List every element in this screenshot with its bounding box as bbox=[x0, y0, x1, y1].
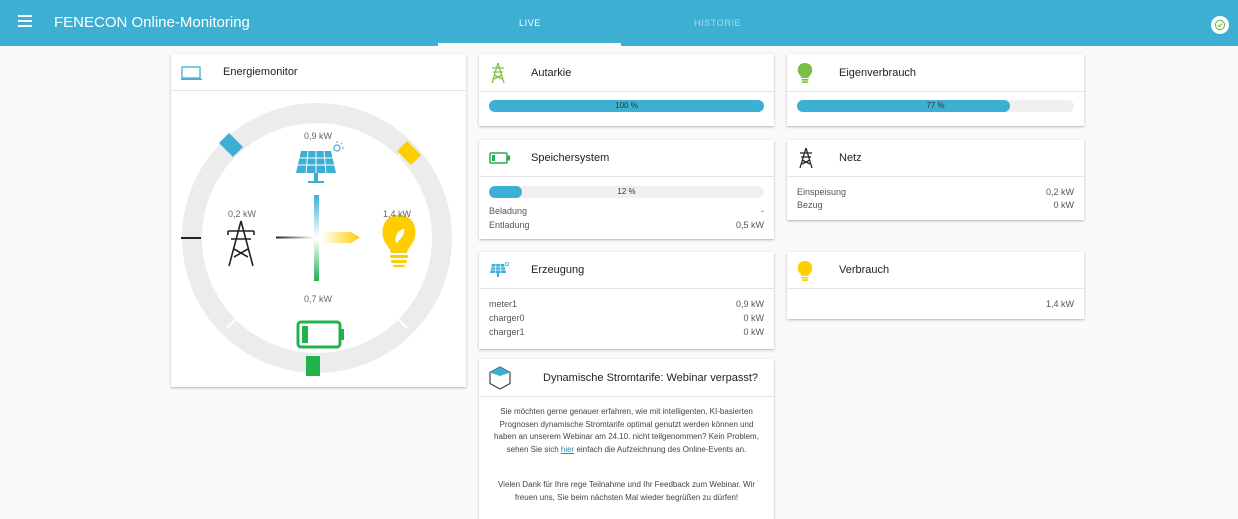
grid-tower-icon bbox=[799, 147, 813, 169]
fenecon-logo-icon bbox=[489, 366, 511, 390]
meter1-label: meter1 bbox=[489, 299, 518, 309]
erzeugung-title: Erzeugung bbox=[531, 264, 585, 276]
monitor-icon bbox=[181, 66, 202, 80]
autarkie-percent-label: 100 % bbox=[615, 101, 638, 110]
autarkie-card: Autarkie 100 % bbox=[479, 54, 774, 126]
webinar-paragraph-1: Sie möchten gerne genauer erfahren, wie … bbox=[493, 406, 760, 456]
check-circle-icon[interactable] bbox=[1211, 16, 1229, 34]
active-tab-indicator bbox=[438, 43, 621, 46]
grid-value: 0,2 kW bbox=[228, 209, 257, 219]
webinar-title: Dynamische Stromtarife: Webinar verpasst… bbox=[543, 372, 758, 384]
grid-tower-icon bbox=[491, 62, 505, 84]
energiemonitor-title: Energiemonitor bbox=[223, 66, 298, 78]
lightbulb-icon bbox=[797, 261, 813, 281]
tab-historie[interactable]: HISTORIE bbox=[694, 18, 741, 28]
speichersystem-title: Speichersystem bbox=[531, 152, 610, 164]
production-flow bbox=[314, 195, 319, 237]
battery-icon bbox=[489, 152, 510, 164]
grid-tower-icon bbox=[227, 220, 255, 267]
bezug-label: Bezug bbox=[797, 200, 823, 210]
beladung-value: - bbox=[761, 206, 764, 216]
entladung-value: 0,5 kW bbox=[735, 220, 764, 230]
einspeisung-value: 0,2 kW bbox=[1045, 187, 1074, 197]
production-value: 0,9 kW bbox=[304, 131, 333, 141]
beladung-label: Beladung bbox=[489, 206, 528, 216]
storage-value: 0,7 kW bbox=[304, 294, 333, 304]
speichersystem-percent-label: 12 % bbox=[617, 187, 636, 196]
battery-icon bbox=[296, 320, 344, 349]
eigenverbrauch-header: Eigenverbrauch bbox=[787, 54, 1084, 92]
verbrauch-header: Verbrauch bbox=[787, 252, 1084, 289]
verbrauch-card: Verbrauch 1,4 kW bbox=[787, 252, 1084, 319]
solar-panel-icon bbox=[490, 261, 509, 277]
webinar-card: Dynamische Stromtarife: Webinar verpasst… bbox=[479, 359, 774, 519]
erzeugung-card: Erzeugung meter1 0,9 kW charger0 0 kW ch… bbox=[479, 252, 774, 349]
netz-title: Netz bbox=[839, 152, 862, 164]
charger0-label: charger0 bbox=[489, 313, 525, 323]
webinar-recording-link[interactable]: hier bbox=[561, 445, 574, 454]
webinar-text-after-link: einfach die Aufzeichnung des Online-Even… bbox=[574, 444, 747, 454]
grid-gauge-segment bbox=[181, 237, 201, 239]
consumption-value: 1,4 kW bbox=[383, 209, 412, 219]
storage-flow bbox=[314, 239, 319, 281]
speichersystem-header: Speichersystem bbox=[479, 140, 774, 177]
speichersystem-card: Speichersystem 12 % Beladung - Entladung… bbox=[479, 140, 774, 239]
meter1-value: 0,9 kW bbox=[735, 299, 764, 309]
grid-flow bbox=[276, 236, 314, 239]
consumption-flow-arrow bbox=[321, 232, 360, 243]
eigenverbrauch-title: Eigenverbrauch bbox=[839, 67, 917, 79]
netz-header: Netz bbox=[787, 140, 1084, 177]
charger0-value: 0 kW bbox=[743, 313, 764, 323]
erzeugung-header: Erzeugung bbox=[479, 252, 774, 289]
top-toolbar: FENECON Online-Monitoring LIVE HISTORIE bbox=[0, 0, 1238, 46]
eigenverbrauch-percent-label: 77 % bbox=[926, 101, 945, 110]
autarkie-header: Autarkie bbox=[479, 54, 774, 92]
autarkie-title: Autarkie bbox=[531, 67, 572, 79]
verbrauch-title: Verbrauch bbox=[839, 264, 890, 276]
bezug-value: 0 kW bbox=[1053, 200, 1074, 210]
charger1-value: 0 kW bbox=[743, 327, 764, 337]
verbrauch-value: 1,4 kW bbox=[1045, 299, 1074, 309]
netz-card: Netz Einspeisung 0,2 kW Bezug 0 kW bbox=[787, 140, 1084, 220]
menu-icon[interactable] bbox=[18, 15, 32, 29]
lightbulb-icon bbox=[797, 63, 813, 83]
speichersystem-progress-bar: 12 % bbox=[489, 186, 764, 198]
lightbulb-icon bbox=[382, 215, 416, 267]
energiemonitor-card: Energiemonitor 0,9 kW 0,2 kW 1,4 kW 0,7 … bbox=[171, 54, 466, 387]
eigenverbrauch-card: Eigenverbrauch 77 % bbox=[787, 54, 1084, 126]
autarkie-progress-bar: 100 % bbox=[489, 100, 764, 112]
tab-live[interactable]: LIVE bbox=[519, 18, 541, 28]
entladung-label: Entladung bbox=[489, 220, 530, 230]
energiemonitor-header: Energiemonitor bbox=[171, 54, 466, 91]
storage-gauge-segment bbox=[306, 356, 320, 376]
charger1-label: charger1 bbox=[489, 327, 525, 337]
solar-panel-icon bbox=[296, 141, 344, 183]
eigenverbrauch-progress-bar: 77 % bbox=[797, 100, 1074, 112]
app-title: FENECON Online-Monitoring bbox=[54, 14, 250, 31]
webinar-paragraph-2: Vielen Dank für Ihre rege Teilnahme und … bbox=[497, 480, 756, 502]
einspeisung-label: Einspeisung bbox=[797, 187, 847, 197]
webinar-header: Dynamische Stromtarife: Webinar verpasst… bbox=[479, 359, 774, 397]
